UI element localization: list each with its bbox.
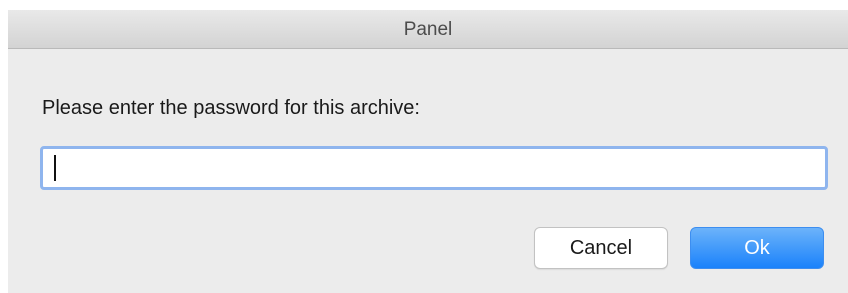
password-prompt-label: Please enter the password for this archi… <box>42 97 420 119</box>
cancel-button[interactable]: Cancel <box>534 227 668 269</box>
title-bar[interactable]: Panel <box>8 10 848 49</box>
password-input[interactable] <box>40 146 828 190</box>
window-title: Panel <box>403 19 453 40</box>
panel-window: Panel Please enter the password for this… <box>8 10 848 293</box>
text-cursor <box>54 155 56 181</box>
ok-button[interactable]: Ok <box>690 227 824 269</box>
